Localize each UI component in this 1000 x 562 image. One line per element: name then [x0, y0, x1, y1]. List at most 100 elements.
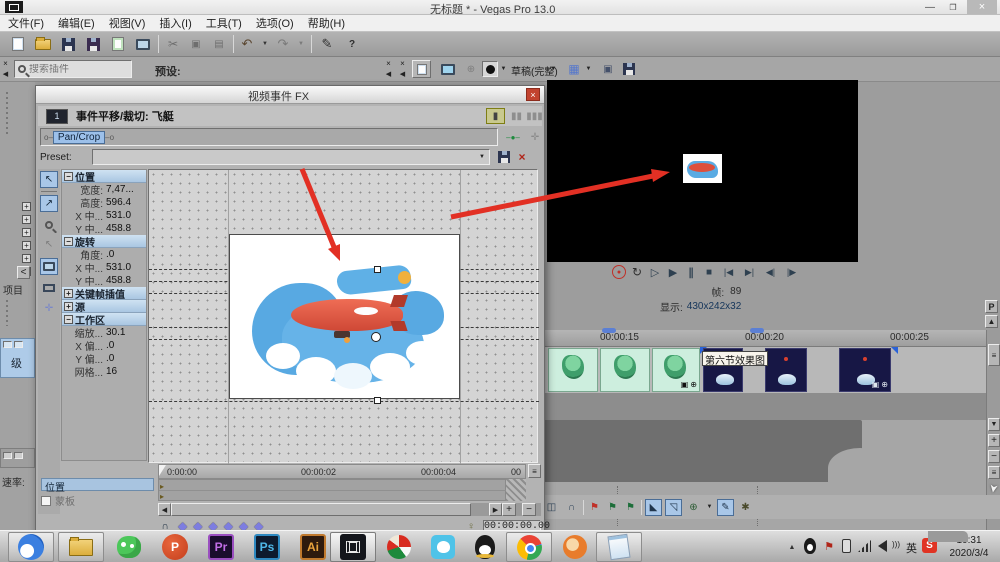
taskbar-notepad[interactable]	[596, 532, 642, 562]
lock-envelopes-icon[interactable]: ∩	[563, 499, 580, 516]
taskbar-vegas-active[interactable]	[330, 532, 376, 562]
mask-checkbox-row[interactable]: 蒙板	[41, 493, 75, 508]
new-project-icon[interactable]	[8, 34, 28, 54]
pan-crop-chip[interactable]: Pan/Crop	[53, 131, 105, 144]
edit-tool-icon[interactable]: ↗	[40, 195, 58, 212]
mask-mode-icon[interactable]	[40, 279, 58, 296]
import-media-icon[interactable]	[108, 34, 128, 54]
taskbar-cat-app[interactable]	[420, 532, 466, 562]
kf-scroll-thumb[interactable]	[171, 503, 471, 516]
undo-icon[interactable]: ↶	[239, 34, 255, 54]
section-toggle-icon[interactable]: −	[64, 315, 73, 324]
layout-one-pane-button[interactable]: ▮	[486, 108, 505, 124]
zoom-out-tool-icon[interactable]: ↖	[40, 236, 58, 253]
taskbar-premiere[interactable]: Pr	[198, 532, 244, 562]
prop-row[interactable]: 网格...16	[62, 365, 146, 378]
kf-scroll-left-icon[interactable]: ◀	[158, 503, 171, 516]
kf-scroll-right-icon[interactable]: ▶	[489, 503, 502, 516]
zoom-tool-icon[interactable]	[40, 216, 58, 233]
taskbar-qq[interactable]	[462, 532, 508, 562]
menu-options[interactable]: 选项(O)	[256, 15, 294, 31]
video-track-header[interactable]: 级	[0, 338, 35, 378]
taskbar-photoshop[interactable]: Ps	[244, 532, 290, 562]
marker-tab[interactable]	[750, 328, 764, 333]
overlay-grid-dropdown-icon[interactable]: ▼	[584, 64, 593, 74]
save-icon[interactable]	[58, 34, 78, 54]
move-freely-icon[interactable]: ✛	[40, 300, 58, 317]
menu-file[interactable]: 文件(F)	[8, 15, 44, 31]
kf-vscroll-grip-icon[interactable]: ≡	[528, 464, 541, 478]
tree-expand-icon[interactable]: +	[22, 254, 31, 263]
menu-view[interactable]: 视图(V)	[109, 15, 146, 31]
plugin-search-input[interactable]	[29, 64, 114, 75]
tree-expand-icon[interactable]: +	[22, 202, 31, 211]
kf-track-area[interactable]: ▸ ▸	[158, 479, 506, 501]
dialog-close-icon[interactable]: ×	[526, 88, 540, 101]
preview-color-dropdown-icon[interactable]: ▼	[499, 64, 508, 74]
clip-fx-icon[interactable]: ⊕	[690, 380, 697, 389]
mask-checkbox[interactable]	[41, 496, 51, 506]
taskbar-powerpoint[interactable]: P	[152, 532, 198, 562]
section-toggle-icon[interactable]: +	[64, 289, 73, 298]
zoom-out-icon[interactable]: −	[988, 450, 1000, 463]
timeline-clip-dark[interactable]: ▣⊕	[839, 348, 891, 392]
tree-expand-icon[interactable]: +	[22, 215, 31, 224]
preview-dock-close-icon[interactable]: ×	[384, 59, 393, 68]
auto-crossfades-icon[interactable]: ◹	[665, 499, 682, 516]
crop-frame[interactable]	[229, 234, 460, 399]
crop-center-handle[interactable]	[371, 332, 381, 342]
play-icon[interactable]: ▶	[666, 265, 680, 279]
remove-plugin-icon[interactable]: ✛	[526, 130, 544, 145]
enable-snapping-icon[interactable]: ◣	[645, 499, 662, 516]
play-from-start-icon[interactable]: ▷	[648, 265, 662, 279]
close-button[interactable]: ×	[967, 0, 997, 14]
clip-fx-icon[interactable]: ⊕	[881, 380, 888, 389]
kf-zoom-in-icon[interactable]: +	[502, 503, 516, 516]
selection-tool-icon[interactable]: ↖	[40, 171, 58, 188]
taskbar-lion-browser[interactable]	[552, 532, 598, 562]
undo-dropdown-icon[interactable]: ▼	[260, 34, 270, 54]
layout-three-pane-button[interactable]: ▮▮▮	[526, 108, 543, 124]
clip-crop-icon[interactable]: ▣	[681, 380, 689, 389]
save-preset-icon[interactable]	[494, 149, 514, 165]
scroll-grip-icon[interactable]: ≡	[988, 466, 1000, 479]
scopes-icon[interactable]: ⊕	[463, 61, 479, 78]
copy-icon[interactable]: ▣	[187, 34, 205, 54]
dock-collapse-icon[interactable]: ◀	[1, 69, 10, 78]
preview-on-external-monitor-icon[interactable]	[438, 61, 458, 78]
kf-zoom-out-icon[interactable]: −	[522, 503, 536, 516]
tray-show-hidden-icon[interactable]: ▲	[786, 541, 798, 553]
marker-tab[interactable]	[602, 328, 616, 333]
taskbar-qqbrowser[interactable]	[8, 532, 54, 562]
timeline-clip-green[interactable]	[600, 348, 650, 392]
go-to-end-icon[interactable]: ▶|	[741, 265, 758, 279]
tray-ime-indicator[interactable]: 英	[906, 540, 917, 556]
maximize-button[interactable]: ❐	[943, 1, 963, 14]
delete-preset-icon[interactable]: ×	[514, 149, 530, 165]
menu-tools[interactable]: 工具(T)	[206, 15, 242, 31]
tree-expand-icon[interactable]: +	[22, 228, 31, 237]
auto-ripple-icon[interactable]: ◫	[543, 499, 560, 516]
dock-drag-handle[interactable]	[6, 300, 8, 326]
preview-dock-collapse2-icon[interactable]: ◀	[398, 69, 407, 78]
zoom-in-icon[interactable]: +	[988, 434, 1000, 447]
preset-combo[interactable]: ▼	[92, 149, 490, 165]
dialog-titlebar[interactable]: 视频事件 FX ×	[36, 86, 544, 104]
preset-dropdown-icon[interactable]: ▼	[475, 150, 489, 164]
menu-insert[interactable]: 插入(I)	[159, 15, 191, 31]
video-event-fx-icon[interactable]	[412, 60, 431, 78]
external-monitor-toggle-icon[interactable]: P	[985, 300, 998, 313]
open-icon[interactable]	[33, 34, 53, 54]
track-mini-icon[interactable]	[3, 452, 12, 459]
timeline-clip-green[interactable]: ▣⊕	[652, 348, 700, 392]
crop-handle-top[interactable]	[374, 266, 381, 273]
record-icon[interactable]: ●	[612, 265, 626, 279]
cut-icon[interactable]: ✂	[164, 34, 182, 54]
preview-quality-dropdown-icon[interactable]: ▼	[549, 64, 558, 74]
taskbar-explorer[interactable]	[58, 532, 104, 562]
preview-color-icon[interactable]	[482, 61, 498, 77]
redo-icon[interactable]: ↷	[275, 34, 291, 54]
keyframe-track-label[interactable]: 位置	[41, 478, 154, 491]
clip-crop-icon[interactable]: ▣	[872, 380, 880, 389]
kf-playhead[interactable]	[159, 465, 166, 476]
